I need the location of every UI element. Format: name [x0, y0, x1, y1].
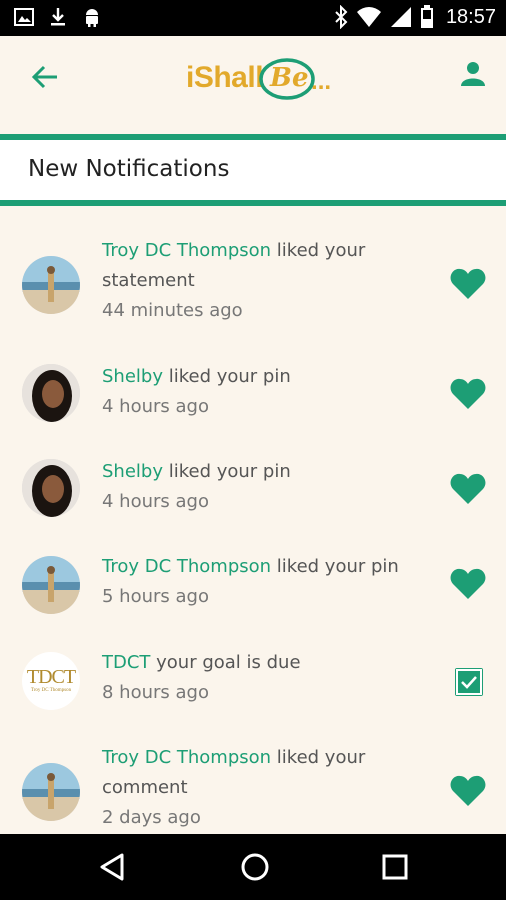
notification-text: Shelby liked your pin 4 hours ago [102, 457, 422, 517]
app-logo: iShall Be ... [186, 50, 331, 106]
notification-time: 8 hours ago [102, 682, 209, 703]
section-title: New Notifications [28, 156, 230, 182]
notification-user[interactable]: Troy DC Thompson [102, 556, 271, 577]
notification-text: Troy DC Thompson liked your comment 2 da… [102, 743, 422, 833]
signal-icon [390, 7, 411, 27]
avatar[interactable] [22, 364, 80, 422]
notification-message: your goal is due [150, 652, 301, 673]
download-icon [51, 8, 65, 26]
tdct-logo-subtext: Troy DC Thompson [30, 688, 72, 693]
notification-user[interactable]: Shelby [102, 461, 163, 482]
notification-text: Troy DC Thompson liked your statement 44… [102, 236, 422, 326]
heart-icon[interactable] [450, 473, 486, 505]
notification-list[interactable]: Troy DC Thompson liked your statement 44… [0, 206, 506, 834]
notification-message: liked your pin [163, 366, 291, 387]
android-icon [86, 9, 98, 27]
heart-icon[interactable] [450, 268, 486, 300]
wifi-icon [356, 7, 381, 27]
logo-text: iShall [186, 61, 264, 94]
notification-time: 4 hours ago [102, 396, 209, 417]
avatar[interactable] [22, 256, 80, 314]
notification-text: TDCT your goal is due 8 hours ago [102, 648, 422, 708]
notification-time: 44 minutes ago [102, 300, 243, 321]
avatar[interactable] [22, 763, 80, 821]
section-header: New Notifications [0, 134, 506, 206]
battery-icon [420, 5, 433, 28]
notification-user[interactable]: TDCT [102, 652, 150, 673]
status-bar: 18:57 [0, 0, 506, 36]
notification-message: liked your pin [271, 556, 399, 577]
tdct-logo-avatar[interactable]: TDCT Troy DC Thompson [22, 652, 80, 710]
app-bar: iShall Be ... [0, 36, 506, 134]
notification-text: Troy DC Thompson liked your pin 5 hours … [102, 552, 422, 612]
avatar[interactable] [22, 556, 80, 614]
nav-home-icon[interactable] [240, 852, 270, 882]
notification-time: 5 hours ago [102, 586, 209, 607]
heart-icon[interactable] [450, 775, 486, 807]
status-time: 18:57 [445, 5, 496, 28]
tdct-logo-text: TDCT [26, 666, 76, 688]
notification-user[interactable]: Troy DC Thompson [102, 240, 271, 261]
logo-circle-text: Be [270, 63, 309, 93]
image-icon [14, 8, 34, 26]
bluetooth-icon [335, 5, 348, 29]
notification-message: liked your pin [163, 461, 291, 482]
notification-time: 4 hours ago [102, 491, 209, 512]
notification-text: Shelby liked your pin 4 hours ago [102, 362, 422, 422]
notification-user[interactable]: Troy DC Thompson [102, 747, 271, 768]
nav-recent-apps-icon[interactable] [382, 854, 408, 880]
back-arrow-icon[interactable] [30, 62, 60, 92]
notification-user[interactable]: Shelby [102, 366, 163, 387]
logo-circle: Be [257, 57, 317, 100]
notification-time: 2 days ago [102, 807, 201, 828]
heart-icon[interactable] [450, 378, 486, 410]
navigation-bar [0, 834, 506, 900]
heart-icon[interactable] [450, 568, 486, 600]
checkbox-icon[interactable] [455, 668, 483, 696]
profile-icon[interactable] [460, 61, 486, 87]
avatar[interactable] [22, 459, 80, 517]
nav-back-icon[interactable] [98, 852, 126, 882]
